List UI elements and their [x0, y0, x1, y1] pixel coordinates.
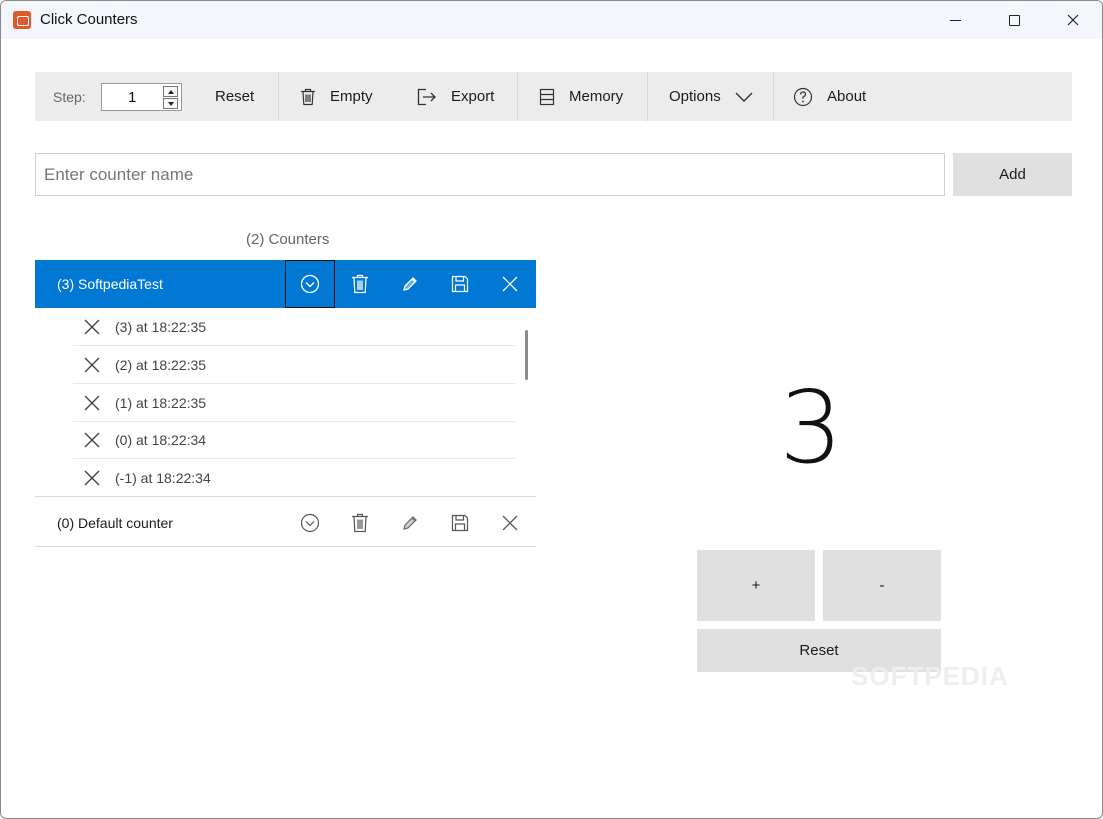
add-counter-button[interactable]: Add — [953, 153, 1072, 196]
divider — [35, 496, 536, 497]
remove-counter-button[interactable] — [485, 499, 535, 547]
counter-row[interactable]: (0) Default counter — [35, 499, 536, 547]
counter-name-input[interactable] — [35, 153, 945, 196]
about-button[interactable]: About — [793, 72, 866, 121]
app-logo-icon — [13, 11, 31, 29]
chevron-down-icon — [735, 92, 753, 102]
counter-row-selected[interactable]: (3) SoftpediaTest — [35, 260, 536, 308]
reset-step-label: Reset — [215, 88, 255, 105]
toolbar-divider — [278, 72, 279, 121]
window-title: Click Counters — [40, 11, 138, 28]
edit-counter-button[interactable] — [385, 260, 435, 308]
step-label: Step: — [53, 89, 86, 105]
options-label: Options — [669, 88, 721, 105]
close-window-button[interactable] — [1044, 1, 1102, 39]
reset-step-button[interactable]: Reset — [215, 72, 254, 121]
history-entry-text: (0) at 18:22:34 — [115, 432, 207, 448]
save-counter-button[interactable] — [435, 499, 485, 547]
decrement-button[interactable]: - — [823, 550, 941, 621]
increment-button[interactable]: + — [697, 550, 815, 621]
delete-entry-icon[interactable] — [83, 356, 101, 374]
help-icon — [793, 87, 813, 106]
watermark: SOFTPEDIA — [851, 661, 1009, 691]
about-label: About — [827, 88, 867, 105]
counter-name: (3) SoftpediaTest — [57, 276, 163, 292]
toolbar-divider — [773, 72, 774, 121]
maximize-button[interactable] — [985, 1, 1043, 39]
reset-counter-label: Reset — [799, 642, 839, 659]
delete-entry-icon[interactable] — [83, 394, 101, 412]
counters-header: (2) Counters — [246, 231, 330, 248]
delete-entry-icon[interactable] — [83, 469, 101, 487]
empty-label: Empty — [330, 88, 373, 105]
memory-button[interactable]: Memory — [539, 72, 623, 121]
trash-icon — [352, 274, 368, 294]
trash-icon — [301, 88, 315, 105]
save-icon — [451, 514, 469, 532]
list-item: (3) at 18:22:35 — [73, 308, 515, 346]
history-entry-text: (2) at 18:22:35 — [115, 357, 207, 373]
history-entry-text: (3) at 18:22:35 — [115, 319, 207, 335]
list-item: (-1) at 18:22:34 — [73, 459, 515, 497]
select-icon — [300, 513, 320, 533]
trash-icon — [352, 513, 368, 533]
remove-counter-button[interactable] — [485, 260, 535, 308]
memory-icon — [539, 88, 555, 105]
counter-name: (0) Default counter — [57, 515, 173, 531]
history-entry-text: (1) at 18:22:35 — [115, 395, 207, 411]
increment-label: + — [751, 577, 761, 594]
export-label: Export — [451, 88, 495, 105]
title-bar: Click Counters — [1, 1, 1102, 39]
list-item: (1) at 18:22:35 — [73, 384, 515, 422]
select-counter-button[interactable] — [285, 260, 335, 308]
memory-label: Memory — [569, 88, 624, 105]
toolbar-divider — [517, 72, 518, 121]
step-value[interactable]: 1 — [128, 89, 136, 106]
step-decrement-button[interactable] — [163, 98, 178, 109]
edit-icon — [403, 277, 417, 291]
add-counter-label: Add — [999, 166, 1026, 183]
save-icon — [451, 275, 469, 293]
step-stepper[interactable]: 1 — [101, 83, 182, 111]
history-list[interactable]: (3) at 18:22:35 (2) at 18:22:35 (1) at 1… — [35, 308, 536, 497]
delete-counter-button[interactable] — [335, 260, 385, 308]
save-counter-button[interactable] — [435, 260, 485, 308]
decrement-label: - — [879, 577, 885, 594]
app-window: Click Counters Step: 1 Reset Empty Expor… — [0, 0, 1103, 819]
select-counter-button[interactable] — [285, 499, 335, 547]
close-icon — [502, 276, 518, 292]
edit-counter-button[interactable] — [385, 499, 435, 547]
toolbar: Step: 1 Reset Empty Export Memory Option… — [35, 72, 1072, 121]
empty-button[interactable]: Empty — [300, 72, 373, 121]
counter-value-display: 3 — [779, 369, 843, 486]
minimize-button[interactable] — [926, 1, 984, 39]
export-icon — [417, 88, 436, 105]
edit-icon — [403, 516, 417, 530]
step-increment-button[interactable] — [163, 86, 178, 97]
options-dropdown[interactable]: Options — [669, 72, 767, 121]
delete-entry-icon[interactable] — [83, 431, 101, 449]
maximize-icon — [1008, 14, 1020, 26]
toolbar-divider — [647, 72, 648, 121]
minimize-icon — [949, 19, 961, 21]
close-icon — [502, 515, 518, 531]
history-scrollbar[interactable] — [525, 330, 528, 380]
close-icon — [1067, 14, 1079, 26]
select-icon — [300, 274, 320, 294]
list-item: (2) at 18:22:35 — [73, 346, 515, 384]
delete-counter-button[interactable] — [335, 499, 385, 547]
export-button[interactable]: Export — [417, 72, 494, 121]
history-entry-text: (-1) at 18:22:34 — [115, 470, 211, 486]
delete-entry-icon[interactable] — [83, 318, 101, 336]
list-item: (0) at 18:22:34 — [73, 421, 515, 459]
